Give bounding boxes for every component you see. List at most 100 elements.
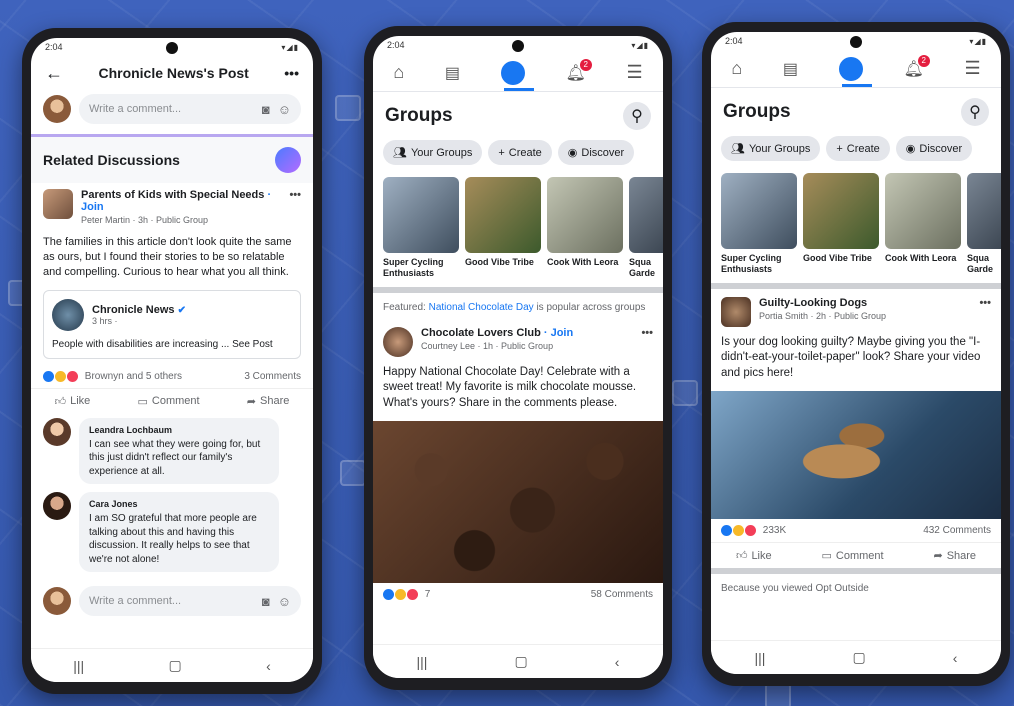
shared-post-card[interactable]: Chronicle News ✔ 3 hrs · People with dis… [43, 289, 301, 359]
more-options-icon[interactable]: ••• [284, 65, 299, 81]
join-link[interactable]: Join [81, 201, 104, 213]
comment-button[interactable]: ▭ Comment [822, 549, 884, 563]
notifications-icon[interactable]: 🔔︎ 2 [903, 54, 930, 79]
back-icon[interactable]: ‹ [615, 654, 620, 670]
like-button[interactable]: 👍︎ Like [736, 549, 772, 563]
chip-discover[interactable]: ◉ Discover [557, 140, 635, 165]
marketplace-icon[interactable]: ▤ [783, 59, 798, 79]
comment-input[interactable]: Write a comment... ◙ ☺ [79, 94, 301, 124]
source-name[interactable]: Chronicle News [92, 304, 175, 316]
share-button[interactable]: ➦ Share [247, 395, 290, 408]
section-title: Related Discussions [43, 152, 180, 168]
group-name[interactable]: Parents of Kids with Special Needs [81, 189, 264, 201]
reactions-summary[interactable]: 7 [383, 589, 430, 600]
home-icon[interactable]: ▢ [852, 649, 865, 666]
signal-battery-icon: ▾◢▮ [631, 40, 649, 50]
chip-your-groups[interactable]: 👥︎ Your Groups [383, 140, 483, 165]
camera-icon[interactable]: ◙ [262, 594, 270, 609]
camera-icon[interactable]: ◙ [262, 102, 270, 117]
sticker-icon[interactable]: ☺ [278, 594, 291, 609]
post-image[interactable] [711, 391, 1001, 520]
comment-author[interactable]: Leandra Lochbaum [89, 424, 269, 436]
comments-count[interactable]: 58 Comments [591, 589, 653, 600]
notifications-icon[interactable]: 🔔︎ 2 [565, 58, 592, 83]
page-avatar [52, 298, 84, 331]
group-thumbnail [465, 177, 541, 253]
post-image[interactable] [373, 421, 663, 584]
featured-link[interactable]: National Chocolate Day [429, 302, 534, 313]
more-options-icon[interactable]: ••• [979, 297, 991, 309]
comment-button[interactable]: ▭ Comment [137, 395, 199, 408]
more-options-icon[interactable]: ••• [289, 189, 301, 201]
group-tile[interactable]: Cook With Leora [547, 177, 623, 279]
reactions-summary[interactable]: Brownyn and 5 others [43, 370, 182, 382]
reactions-summary[interactable]: 233K [721, 525, 786, 536]
home-icon[interactable]: ⌂ [731, 58, 742, 79]
recents-icon[interactable]: ||| [73, 658, 84, 674]
comment-input[interactable]: Write a comment... ◙ ☺ [79, 586, 301, 617]
group-tile[interactable]: Squa Garde [629, 177, 663, 279]
group-name[interactable]: Chocolate Lovers Club [421, 327, 541, 339]
signal-battery-icon: ▾◢▮ [281, 42, 299, 52]
comment-author[interactable]: Cara Jones [89, 498, 269, 510]
group-tile[interactable]: Good Vibe Tribe [465, 177, 541, 279]
comments-count[interactable]: 432 Comments [923, 525, 991, 536]
post-actions: 👍︎ Like ▭ Comment ➦ Share [31, 387, 313, 414]
groups-icon[interactable] [500, 60, 525, 85]
sticker-icon[interactable]: ☺ [278, 102, 291, 117]
group-thumbnail [383, 177, 459, 253]
featured-prefix: Featured: [383, 301, 426, 313]
chip-label: Discover [919, 142, 963, 155]
group-avatar[interactable] [721, 296, 751, 327]
recents-icon[interactable]: ||| [417, 654, 428, 670]
chip-discover[interactable]: ◉ Discover [895, 136, 973, 161]
comments-count[interactable]: 3 Comments [244, 371, 301, 382]
marketplace-icon[interactable]: ▤ [445, 63, 460, 83]
messenger-rooms-icon[interactable] [275, 147, 301, 173]
avatar[interactable] [43, 492, 71, 521]
group-thumbnail [721, 173, 797, 249]
menu-icon[interactable]: ☰ [964, 58, 980, 79]
group-avatar[interactable] [43, 189, 73, 219]
home-icon[interactable]: ⌂ [393, 62, 404, 83]
groups-icon[interactable] [838, 56, 863, 81]
comment-composer: Write a comment... ◙ ☺ [31, 582, 313, 620]
camera-notch [512, 40, 524, 52]
reactions-bar: 233K 432 Comments [711, 519, 1001, 542]
group-tile[interactable]: Super Cycling Enthusiasts [721, 173, 797, 275]
back-arrow-icon[interactable]: ← [45, 63, 63, 84]
post-body: Happy National Chocolate Day! Celebrate … [383, 365, 637, 409]
recents-icon[interactable]: ||| [755, 650, 766, 666]
group-tile[interactable]: Cook With Leora [885, 173, 961, 275]
group-tile[interactable]: Good Vibe Tribe [803, 173, 879, 275]
group-tile[interactable]: Squa Garde [967, 173, 1001, 275]
search-icon[interactable]: ⚲ [623, 102, 651, 130]
system-nav-bar: ||| ▢ ‹ [373, 644, 663, 678]
back-icon[interactable]: ‹ [266, 658, 271, 674]
chip-label: Your Groups [748, 142, 811, 155]
phone-screen: 2:04 ▾◢▮ ⌂ ▤ 🔔︎ 2 ☰ Groups ⚲ 👥︎ Your Group… [711, 32, 1001, 674]
home-icon[interactable]: ▢ [514, 653, 527, 670]
chip-your-groups[interactable]: 👥︎ Your Groups [721, 136, 821, 161]
post-body: The families in this article don't look … [43, 236, 292, 278]
home-icon[interactable]: ▢ [169, 657, 182, 674]
back-icon[interactable]: ‹ [953, 650, 958, 666]
status-time: 2:04 [45, 42, 63, 52]
chip-create[interactable]: + Create [488, 140, 552, 165]
more-options-icon[interactable]: ••• [641, 327, 653, 339]
menu-icon[interactable]: ☰ [626, 62, 642, 83]
signal-battery-icon: ▾◢▮ [969, 36, 987, 46]
group-name[interactable]: Guilty-Looking Dogs [759, 297, 971, 309]
avatar[interactable] [43, 417, 71, 446]
share-button[interactable]: ➦ Share [933, 549, 976, 563]
group-tile[interactable]: Super Cycling Enthusiasts [383, 177, 459, 279]
status-bar: 2:04 ▾◢▮ [31, 38, 313, 56]
search-icon[interactable]: ⚲ [961, 98, 989, 126]
background-decoration [672, 380, 698, 406]
background-decoration [340, 460, 366, 486]
chip-label: Create [508, 146, 542, 159]
chip-create[interactable]: + Create [826, 136, 890, 161]
join-link[interactable]: Join [551, 327, 574, 339]
group-avatar[interactable] [383, 326, 413, 357]
like-button[interactable]: 👍︎ Like [55, 395, 91, 408]
